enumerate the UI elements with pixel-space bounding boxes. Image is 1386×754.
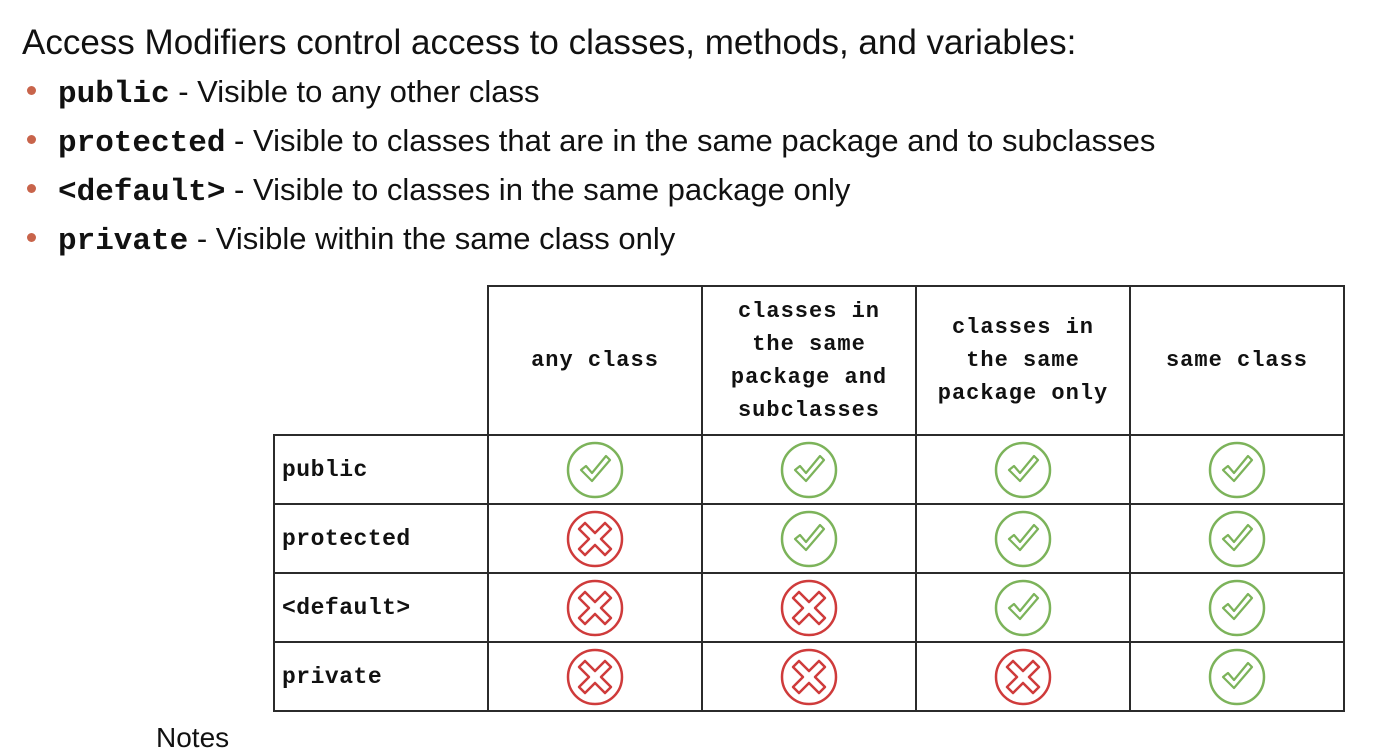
access-cell bbox=[701, 503, 917, 574]
access-cell bbox=[915, 572, 1131, 643]
table-row: <default> bbox=[273, 572, 1345, 643]
x-circle-icon bbox=[566, 648, 624, 705]
bullet-text: - Visible within the same class only bbox=[188, 221, 676, 256]
access-cell bbox=[1129, 641, 1345, 712]
column-header-label: any class bbox=[531, 348, 659, 373]
column-header-any-class: any class bbox=[487, 285, 703, 436]
column-header-label: classes in the same package only bbox=[937, 315, 1109, 406]
check-circle-icon bbox=[1208, 510, 1266, 567]
access-cell bbox=[915, 503, 1131, 574]
x-circle-icon bbox=[994, 648, 1052, 705]
table-corner bbox=[274, 286, 489, 436]
check-circle-icon bbox=[1208, 441, 1266, 498]
column-header-same-class: same class bbox=[1129, 285, 1345, 436]
check-circle-icon bbox=[1208, 648, 1266, 705]
access-cell bbox=[1129, 503, 1345, 574]
access-cell bbox=[487, 434, 703, 505]
bullet-keyword: protected bbox=[58, 126, 226, 161]
notes-label: Notes bbox=[156, 722, 230, 753]
bullet-item: protected - Visible to classes that are … bbox=[22, 119, 1155, 168]
column-header-package-only: classes in the same package only bbox=[915, 285, 1131, 436]
bullet-list: public - Visible to any other class prot… bbox=[22, 70, 1155, 266]
table-row: private bbox=[273, 641, 1345, 712]
check-circle-icon bbox=[566, 441, 624, 498]
bullet-dot-icon bbox=[27, 135, 36, 144]
x-circle-icon bbox=[566, 579, 624, 636]
table-row: public bbox=[273, 434, 1345, 505]
access-cell bbox=[1129, 572, 1345, 643]
bullet-item: public - Visible to any other class bbox=[22, 70, 1155, 119]
row-header: private bbox=[273, 641, 489, 712]
bullet-item: private - Visible within the same class … bbox=[22, 217, 1155, 266]
access-cell bbox=[915, 641, 1131, 712]
row-header: protected bbox=[273, 503, 489, 574]
check-circle-icon bbox=[1208, 579, 1266, 636]
bullet-keyword: <default> bbox=[58, 175, 226, 210]
access-cell bbox=[487, 641, 703, 712]
check-circle-icon bbox=[780, 441, 838, 498]
check-circle-icon bbox=[780, 510, 838, 567]
access-cell bbox=[487, 572, 703, 643]
access-cell bbox=[701, 572, 917, 643]
bullet-dot-icon bbox=[27, 86, 36, 95]
access-cell bbox=[1129, 434, 1345, 505]
bullet-text: - Visible to classes in the same package… bbox=[225, 172, 851, 207]
check-circle-icon bbox=[994, 579, 1052, 636]
x-circle-icon bbox=[780, 648, 838, 705]
table-row: protected bbox=[273, 503, 1345, 574]
x-circle-icon bbox=[780, 579, 838, 636]
x-circle-icon bbox=[566, 510, 624, 567]
bullet-keyword: private bbox=[58, 224, 189, 259]
check-circle-icon bbox=[994, 510, 1052, 567]
bullet-dot-icon bbox=[27, 233, 36, 242]
check-circle-icon bbox=[994, 441, 1052, 498]
column-header-label: same class bbox=[1165, 348, 1309, 373]
bullet-item: <default> - Visible to classes in the sa… bbox=[22, 168, 1155, 217]
row-header: public bbox=[273, 434, 489, 505]
bullet-text: - Visible to any other class bbox=[169, 74, 540, 109]
table-header-row: any class classes in the same package an… bbox=[274, 285, 1345, 436]
column-header-label: classes in the same package and subclass… bbox=[730, 298, 888, 423]
access-cell bbox=[915, 434, 1131, 505]
bullet-dot-icon bbox=[27, 184, 36, 193]
bullet-keyword: public bbox=[58, 77, 170, 112]
access-matrix-table: any class classes in the same package an… bbox=[273, 285, 1345, 712]
access-cell bbox=[487, 503, 703, 574]
access-cell bbox=[701, 434, 917, 505]
row-header: <default> bbox=[273, 572, 489, 643]
column-header-package-and-subclasses: classes in the same package and subclass… bbox=[701, 285, 917, 436]
slide-title: Access Modifiers control access to class… bbox=[22, 23, 1077, 62]
access-cell bbox=[701, 641, 917, 712]
bullet-text: - Visible to classes that are in the sam… bbox=[225, 123, 1156, 158]
